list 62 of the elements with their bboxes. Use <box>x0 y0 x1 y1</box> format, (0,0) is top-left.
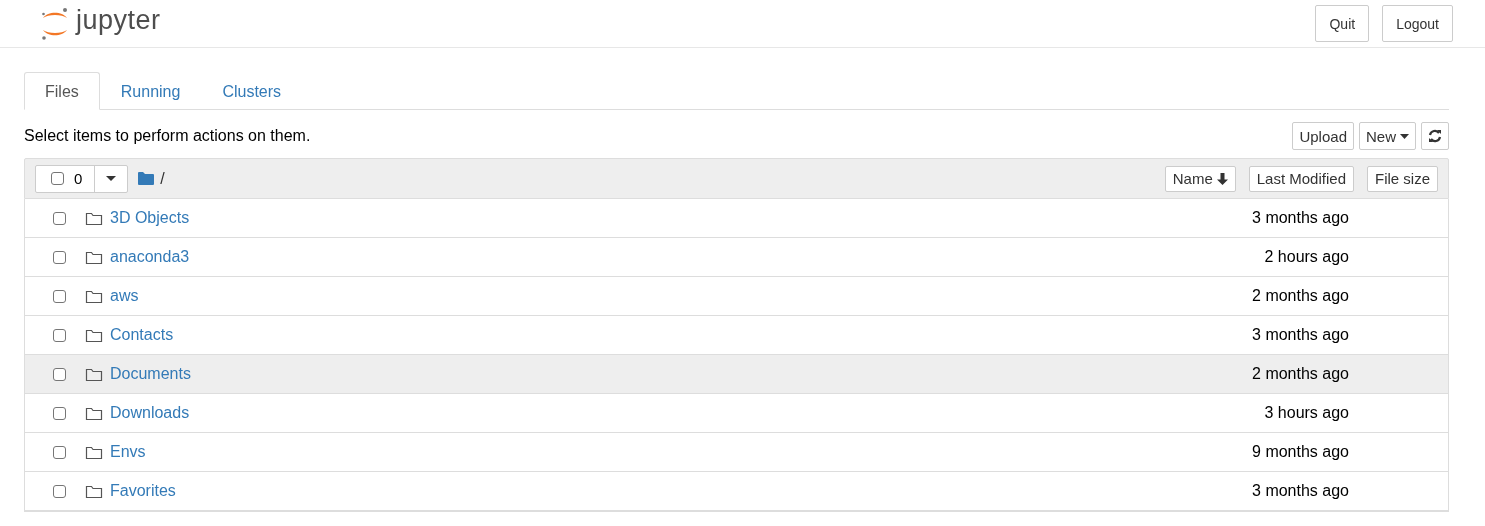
sort-button[interactable]: Name <box>1164 165 1236 192</box>
caret-icon <box>106 176 117 181</box>
modified-time: 2 months ago <box>1252 365 1349 383</box>
checkbox[interactable] <box>53 445 66 459</box>
sort-button[interactable]: Last Modified <box>1248 165 1354 192</box>
checkbox[interactable] <box>53 367 66 381</box>
folder-icon <box>85 210 103 226</box>
folder-link[interactable]: Documents <box>110 365 191 383</box>
folder-icon <box>85 483 103 499</box>
caret-icon <box>1400 133 1409 139</box>
modified-time: 2 hours ago <box>1264 248 1349 266</box>
folder-link[interactable]: aws <box>110 287 139 305</box>
folder-link[interactable]: Envs <box>110 443 146 461</box>
path-text[interactable]: / <box>160 169 165 188</box>
sort-button[interactable]: File size <box>1367 165 1438 192</box>
file-row[interactable]: Envs 9 months ago <box>25 433 1448 472</box>
modified-time: 3 hours ago <box>1264 404 1349 422</box>
header-button[interactable]: Logout <box>1382 5 1453 42</box>
folder-link[interactable]: Favorites <box>110 482 176 500</box>
folder-link[interactable]: Downloads <box>110 404 190 422</box>
file-row[interactable]: Favorites 3 months ago <box>25 472 1448 511</box>
folder-link[interactable]: 3D Objects <box>110 209 190 227</box>
upload-button[interactable]: Upload <box>1292 122 1354 150</box>
arrow-down-icon <box>1216 172 1228 185</box>
modified-time: 3 months ago <box>1252 482 1349 500</box>
folder-link[interactable]: Contacts <box>110 326 174 344</box>
folder-icon <box>85 405 103 421</box>
checkbox[interactable] <box>53 406 66 420</box>
folder-icon <box>85 444 103 460</box>
modified-time: 9 months ago <box>1252 443 1349 461</box>
folder-icon <box>85 366 103 382</box>
refresh-icon <box>1428 129 1442 143</box>
tab[interactable]: Running <box>99 72 202 110</box>
modified-time: 2 months ago <box>1252 287 1349 305</box>
new-button[interactable]: New <box>1359 122 1416 150</box>
file-row[interactable]: anaconda3 2 hours ago <box>25 238 1448 277</box>
checkbox[interactable] <box>53 289 66 303</box>
header-button[interactable]: Quit <box>1315 5 1370 42</box>
folder-icon <box>138 172 155 185</box>
refresh-button[interactable] <box>1421 122 1449 150</box>
checkbox[interactable] <box>53 211 66 225</box>
checkbox[interactable] <box>53 484 66 498</box>
select-control[interactable]: 0 <box>35 164 129 193</box>
file-row[interactable]: aws 2 months ago <box>25 277 1448 316</box>
tab[interactable]: Clusters <box>201 72 303 110</box>
folder-icon <box>85 327 103 343</box>
modified-time: 3 months ago <box>1252 209 1349 227</box>
folder-link[interactable]: anaconda3 <box>110 248 190 266</box>
logo-text: jupyter <box>76 5 161 36</box>
checkbox[interactable] <box>53 328 66 342</box>
hint-text: Select items to perform actions on them. <box>24 126 311 145</box>
folder-icon <box>85 288 103 304</box>
file-row[interactable]: Documents 2 months ago <box>25 355 1448 394</box>
file-row[interactable]: Downloads 3 hours ago <box>25 394 1448 433</box>
tab[interactable]: Files <box>24 72 100 110</box>
folder-icon <box>85 249 103 265</box>
selected-count: 0 <box>74 170 83 187</box>
checkbox[interactable] <box>51 172 64 185</box>
modified-time: 3 months ago <box>1252 326 1349 344</box>
checkbox[interactable] <box>53 250 66 264</box>
logo-icon <box>40 6 70 41</box>
file-row[interactable]: 3D Objects 3 months ago <box>25 199 1448 238</box>
